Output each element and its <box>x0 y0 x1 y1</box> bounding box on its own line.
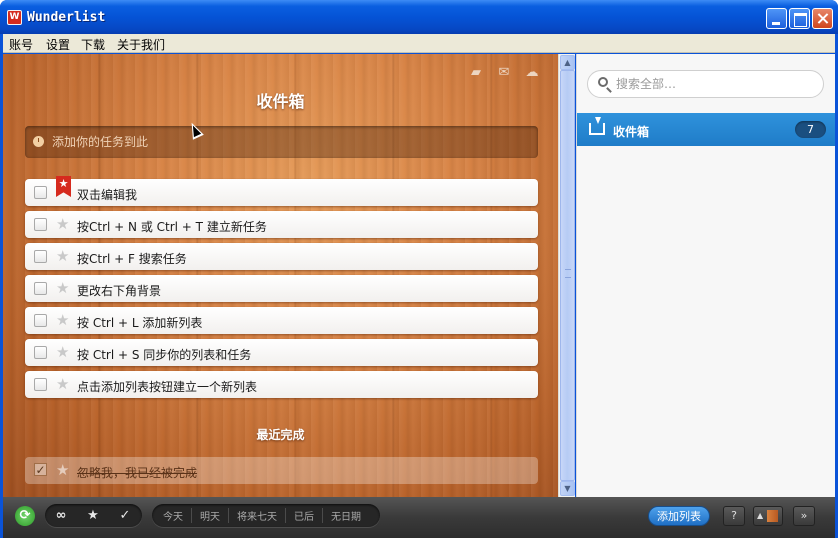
done-task-row[interactable]: ✓ ★ 忽略我，我已经被完成 <box>25 457 538 484</box>
minimize-button[interactable] <box>766 8 787 29</box>
scroll-up-arrow-icon[interactable]: ▲ <box>560 55 575 70</box>
add-list-button[interactable]: 添加列表 <box>648 506 710 526</box>
menu-about[interactable]: 关于我们 <box>117 36 165 53</box>
task-checkbox[interactable] <box>34 186 47 199</box>
add-task-input[interactable] <box>52 133 522 151</box>
filter-group: ∞ ★ ✓ <box>45 504 142 527</box>
star-icon[interactable]: ★ <box>56 375 69 393</box>
close-button[interactable] <box>812 8 833 29</box>
task-text[interactable]: 按Ctrl + F 搜索任务 <box>77 250 187 267</box>
help-button[interactable]: ? <box>723 506 745 526</box>
lists-sidebar: 收件箱 7 <box>576 54 835 497</box>
search-box[interactable] <box>587 70 824 98</box>
task-checkbox[interactable] <box>34 378 47 391</box>
sidebar-item-label: 收件箱 <box>613 125 650 139</box>
caret-up-icon: ▲ <box>757 511 764 520</box>
task-panel: ▰ ✉ ☁ 收件箱 ★ 双击编辑我 ★ 按Ctrl + N 或 Ctrl + T… <box>3 54 558 497</box>
done-task-text[interactable]: 忽略我，我已经被完成 <box>77 464 197 481</box>
task-panel-scrollbar[interactable]: ▲ ▼ <box>558 54 575 497</box>
background-swatch-icon <box>767 510 778 522</box>
mail-icon[interactable]: ✉ <box>495 66 513 80</box>
task-row[interactable]: ★ 点击添加列表按钮建立一个新列表 <box>25 371 538 398</box>
task-text[interactable]: 按 Ctrl + L 添加新列表 <box>77 314 202 331</box>
task-text[interactable]: 按Ctrl + N 或 Ctrl + T 建立新任务 <box>77 218 267 235</box>
sync-icon[interactable]: ⟳ <box>15 506 35 526</box>
star-icon[interactable]: ★ <box>56 311 69 329</box>
menu-account[interactable]: 账号 <box>9 36 33 53</box>
filter-no-date[interactable]: 无日期 <box>323 508 369 523</box>
starred-ribbon-icon[interactable]: ★ <box>56 176 71 197</box>
task-text[interactable]: 更改右下角背景 <box>77 282 161 299</box>
date-filter-group: 今天 明天 将来七天 已后 无日期 <box>152 504 380 527</box>
add-task-bar[interactable] <box>25 126 538 158</box>
search-icon <box>598 77 608 87</box>
task-row[interactable]: ★ 按Ctrl + F 搜索任务 <box>25 243 538 270</box>
app-window: W Wunderlist 账号 设置 下载 关于我们 ▰ ✉ ☁ 收件箱 ★ 双… <box>0 0 838 538</box>
sidebar-item-inbox[interactable]: 收件箱 7 <box>577 113 835 146</box>
scroll-down-arrow-icon[interactable]: ▼ <box>560 481 575 496</box>
title-bar: W Wunderlist <box>0 0 838 34</box>
task-text[interactable]: 点击添加列表按钮建立一个新列表 <box>77 378 257 395</box>
star-icon[interactable]: ★ <box>56 461 69 479</box>
task-text[interactable]: 按 Ctrl + S 同步你的列表和任务 <box>77 346 251 363</box>
menu-settings[interactable]: 设置 <box>46 36 70 53</box>
filter-tomorrow[interactable]: 明天 <box>192 508 229 523</box>
filter-next-seven-days[interactable]: 将来七天 <box>229 508 286 523</box>
star-icon[interactable]: ★ <box>56 215 69 233</box>
clock-icon[interactable] <box>33 136 44 147</box>
task-row[interactable]: ★ 按 Ctrl + L 添加新列表 <box>25 307 538 334</box>
background-picker-button[interactable]: ▲ <box>753 506 783 526</box>
star-icon[interactable]: ★ <box>56 279 69 297</box>
window-title: Wunderlist <box>27 10 106 25</box>
menu-bar: 账号 设置 下载 关于我们 <box>3 34 835 53</box>
collapse-sidebar-button[interactable]: » <box>793 506 815 526</box>
done-checkbox[interactable]: ✓ <box>34 463 47 476</box>
print-icon[interactable]: ▰ <box>467 66 485 80</box>
task-row[interactable]: ★ 更改右下角背景 <box>25 275 538 302</box>
task-count-badge: 7 <box>795 121 826 138</box>
task-checkbox[interactable] <box>34 346 47 359</box>
search-input[interactable] <box>616 76 816 92</box>
app-logo-icon: W <box>7 10 22 25</box>
task-row[interactable]: ★ 按Ctrl + N 或 Ctrl + T 建立新任务 <box>25 211 538 238</box>
inbox-icon <box>589 117 605 135</box>
list-title: 收件箱 <box>256 92 305 111</box>
task-checkbox[interactable] <box>34 218 47 231</box>
star-icon[interactable]: ★ <box>56 247 69 265</box>
task-row[interactable]: ★ 双击编辑我 <box>25 176 538 206</box>
list-actions: ▰ ✉ ☁ <box>467 66 541 80</box>
task-checkbox[interactable] <box>34 250 47 263</box>
bottom-toolbar: ⟳ ∞ ★ ✓ 今天 明天 将来七天 已后 无日期 添加列表 ? ▲ » <box>3 497 835 538</box>
scroll-thumb[interactable] <box>560 70 575 481</box>
task-text[interactable]: 双击编辑我 <box>77 186 137 203</box>
filter-all-icon[interactable]: ∞ <box>45 508 77 523</box>
filter-later[interactable]: 已后 <box>286 508 323 523</box>
star-icon[interactable]: ★ <box>56 343 69 361</box>
filter-done-icon[interactable]: ✓ <box>109 508 141 523</box>
menu-download[interactable]: 下载 <box>81 36 105 53</box>
task-row[interactable]: ★ 按 Ctrl + S 同步你的列表和任务 <box>25 339 538 366</box>
filter-starred-icon[interactable]: ★ <box>77 508 109 523</box>
recently-done-heading: 最近完成 <box>256 428 305 442</box>
maximize-button[interactable] <box>789 8 810 29</box>
task-checkbox[interactable] <box>34 282 47 295</box>
cloud-icon[interactable]: ☁ <box>523 66 541 80</box>
filter-today[interactable]: 今天 <box>155 508 192 523</box>
task-checkbox[interactable] <box>34 314 47 327</box>
